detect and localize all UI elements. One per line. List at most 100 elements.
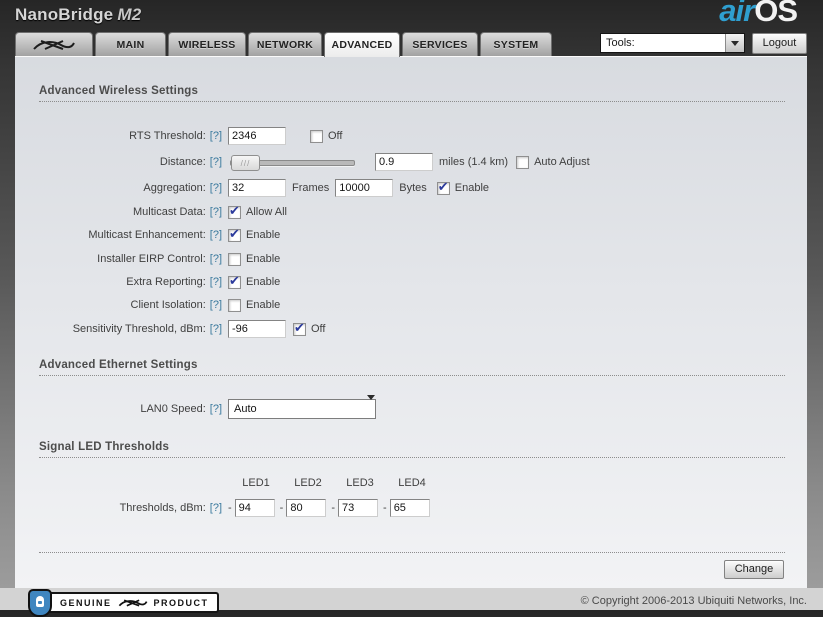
ubiquiti-logo-icon <box>118 598 147 607</box>
tab-wireless-label: WIRELESS <box>178 38 236 51</box>
led4-dash: - <box>383 502 387 514</box>
tab-services[interactable]: SERVICES <box>402 32 478 56</box>
tab-network[interactable]: NETWORK <box>248 32 322 56</box>
led-thresholds-label: Thresholds, dBm: [?] <box>119 502 222 514</box>
extra-reporting-label: Extra Reporting: [?] <box>126 276 222 288</box>
ubiquiti-shield-icon <box>28 589 52 617</box>
tab-bar: MAIN WIRELESS NETWORK ADVANCED SERVICES … <box>15 32 554 57</box>
row-led-thresholds: Thresholds, dBm:[?] - - - - <box>39 498 430 518</box>
led-thresholds-help-link[interactable]: [?] <box>210 502 222 514</box>
tab-network-label: NETWORK <box>256 38 314 51</box>
copyright-text: © Copyright 2006-2013 Ubiquiti Networks,… <box>580 595 807 607</box>
multicast-data-help-link[interactable]: [?] <box>210 206 222 218</box>
tools-dropdown[interactable]: Tools: <box>600 33 745 53</box>
client-isolation-checkbox[interactable] <box>228 298 241 312</box>
distance-label: Distance: [?] <box>159 156 222 168</box>
chevron-down-icon <box>367 395 375 412</box>
client-isolation-help-link[interactable]: [?] <box>210 299 222 311</box>
device-model: M2 <box>117 5 142 24</box>
airos-logo-os: OS <box>754 0 798 28</box>
tab-main[interactable]: MAIN <box>95 32 166 56</box>
tab-advanced[interactable]: ADVANCED <box>324 32 400 57</box>
aggregation-bytes-label: Bytes <box>399 182 427 194</box>
multicast-data-checkbox[interactable] <box>228 203 241 219</box>
lan0-select-arrow[interactable] <box>367 395 375 418</box>
aggregation-frames-input[interactable] <box>228 179 286 197</box>
section-title-wireless: Advanced Wireless Settings <box>39 85 785 102</box>
led2-dash: - <box>279 502 284 514</box>
badge-genuine-label: GENUINE <box>60 597 112 608</box>
distance-slider[interactable]: /// <box>230 155 355 171</box>
multicast-data-label: Multicast Data: [?] <box>133 206 222 218</box>
row-rts-threshold: RTS Threshold:[?] Off <box>39 126 342 146</box>
tab-advanced-label: ADVANCED <box>331 39 393 51</box>
change-button[interactable]: Change <box>724 560 784 579</box>
row-client-isolation: Client Isolation: [?] Enable <box>39 295 280 315</box>
installer-eirp-help-link[interactable]: [?] <box>210 253 222 265</box>
rts-threshold-input[interactable] <box>228 127 286 145</box>
row-multicast-enhancement: Multicast Enhancement:[?] Enable <box>39 225 280 245</box>
installer-eirp-checkbox[interactable] <box>228 252 241 266</box>
installer-eirp-checkbox-label: Enable <box>246 253 281 265</box>
section-title-ethernet: Advanced Ethernet Settings <box>39 359 785 376</box>
extra-reporting-help-link[interactable]: [?] <box>210 276 222 288</box>
auto-adjust-label: Auto Adjust <box>534 156 590 168</box>
rts-off-checkbox[interactable] <box>310 129 323 143</box>
rts-help-link[interactable]: [?] <box>210 130 222 142</box>
tab-home-logo[interactable] <box>15 32 93 56</box>
multicast-enhancement-checkbox-label: Enable <box>246 229 281 241</box>
led3-dash: - <box>331 502 336 514</box>
tools-dropdown-arrow[interactable] <box>725 34 744 52</box>
aggregation-enable-label: Enable <box>454 182 490 194</box>
extra-reporting-checkbox[interactable] <box>228 273 241 289</box>
auto-adjust-checkbox[interactable] <box>516 155 530 169</box>
distance-unit-label: miles (1.4 km) <box>439 156 509 168</box>
rts-off-label: Off <box>328 130 343 142</box>
tools-dropdown-value: Tools: <box>606 37 635 49</box>
main-content: Advanced Wireless Settings RTS Threshold… <box>15 56 807 589</box>
led1-threshold-input[interactable] <box>234 499 275 517</box>
row-extra-reporting: Extra Reporting:[?] Enable <box>39 272 280 292</box>
ubiquiti-logo-icon <box>33 39 75 50</box>
tab-system[interactable]: SYSTEM <box>480 32 552 56</box>
tab-wireless[interactable]: WIRELESS <box>168 32 246 56</box>
airos-logo-air: air <box>719 0 755 28</box>
led2-threshold-input[interactable] <box>286 499 327 517</box>
led3-threshold-input[interactable] <box>338 499 379 517</box>
tab-system-label: SYSTEM <box>493 38 539 51</box>
rts-threshold-label: RTS Threshold: [?] <box>129 130 222 142</box>
multicast-enhancement-help-link[interactable]: [?] <box>210 229 222 241</box>
tab-services-label: SERVICES <box>412 38 468 51</box>
distance-help-link[interactable]: [?] <box>210 156 222 168</box>
device-logo: NanoBridge M2 <box>15 5 141 25</box>
footer-separator <box>39 552 785 553</box>
distance-slider-thumb[interactable]: /// <box>231 155 260 171</box>
chevron-down-icon <box>731 40 739 46</box>
sensitivity-threshold-input[interactable] <box>228 320 286 338</box>
led4-column-label: LED4 <box>398 477 426 489</box>
aggregation-frames-label: Frames <box>292 182 330 194</box>
led3-column-label: LED3 <box>346 477 374 489</box>
distance-input[interactable] <box>375 153 433 171</box>
multicast-enhancement-checkbox[interactable] <box>228 226 241 242</box>
badge-product-label: PRODUCT <box>153 597 209 608</box>
row-installer-eirp: Installer EIRP Control: [?] Enable <box>39 249 280 269</box>
sensitivity-threshold-label: Sensitivity Threshold, dBm: [?] <box>72 323 222 335</box>
led1-dash: - <box>228 502 232 514</box>
aggregation-bytes-input[interactable] <box>335 179 394 197</box>
sensitivity-off-checkbox[interactable] <box>293 320 306 336</box>
device-name: NanoBridge <box>15 5 114 24</box>
lan0-speed-select[interactable]: Auto <box>228 395 376 419</box>
led4-threshold-input[interactable] <box>389 499 430 517</box>
row-sensitivity-threshold: Sensitivity Threshold, dBm:[?] Off <box>39 319 325 339</box>
client-isolation-checkbox-label: Enable <box>246 299 281 311</box>
logout-button[interactable]: Logout <box>752 33 807 54</box>
aggregation-enable-checkbox[interactable] <box>436 179 450 195</box>
multicast-data-checkbox-label: Allow All <box>246 206 287 218</box>
lan0-help-link[interactable]: [?] <box>210 403 222 415</box>
aggregation-help-link[interactable]: [?] <box>210 182 222 194</box>
lan0-speed-label: LAN0 Speed: [?] <box>140 403 222 415</box>
client-isolation-label: Client Isolation: [?] <box>130 299 222 311</box>
airos-logo: airOS <box>719 0 798 29</box>
sensitivity-help-link[interactable]: [?] <box>210 323 222 335</box>
